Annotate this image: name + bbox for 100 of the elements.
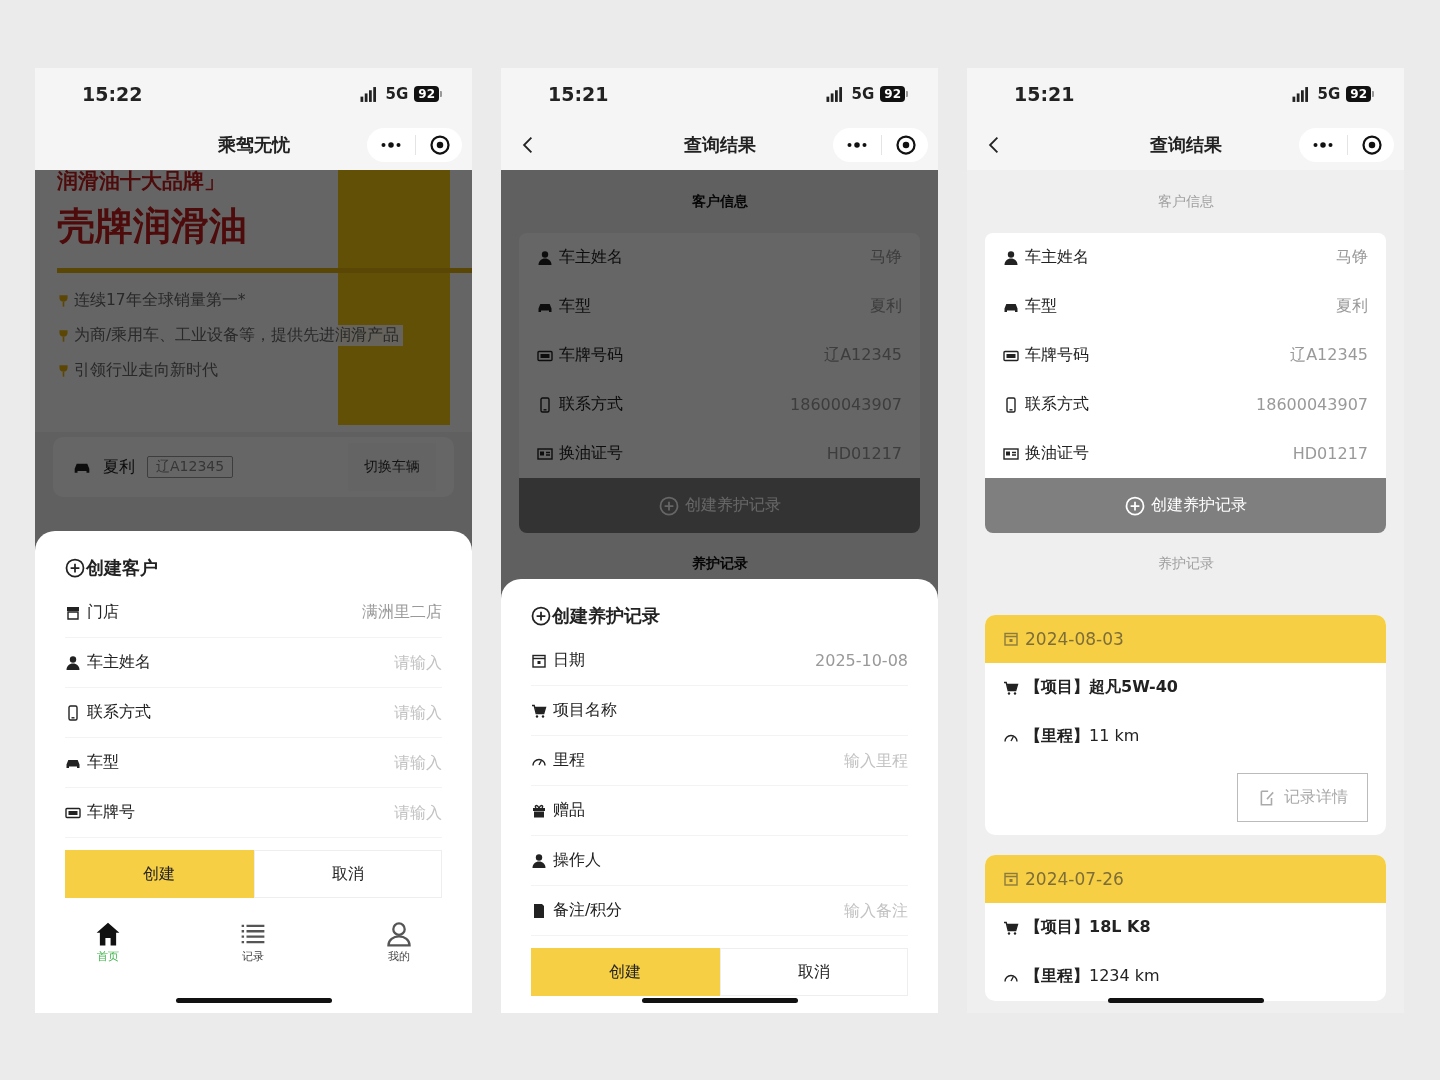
phone-icon — [1003, 396, 1019, 413]
field-label: 车主姓名 — [87, 652, 151, 673]
plus-circle-icon — [658, 495, 679, 516]
field-value: HD01217 — [1292, 444, 1368, 463]
trophy-icon — [57, 363, 70, 378]
gift-icon — [531, 802, 547, 819]
field-label: 车牌号码 — [1025, 345, 1089, 366]
field-value: 18600043907 — [1256, 395, 1368, 414]
battery-indicator: 92 — [880, 86, 905, 102]
field-label: 车牌号码 — [559, 345, 623, 366]
cart-icon — [1003, 679, 1019, 696]
field-label: 车型 — [1025, 296, 1057, 317]
id-card-icon — [1003, 445, 1019, 462]
person-icon — [65, 654, 81, 671]
field-label: 赠品 — [553, 800, 585, 821]
field-label: 备注/积分 — [553, 900, 623, 921]
section-caption: 养护记录 — [690, 554, 749, 573]
note-icon — [531, 902, 547, 919]
field-label: 门店 — [87, 602, 119, 623]
record-item: 【项目】超凡5W-40 — [1025, 677, 1178, 698]
status-time: 15:21 — [548, 83, 609, 105]
phone-icon — [537, 396, 553, 413]
field-label: 车牌号 — [87, 802, 135, 823]
create-button[interactable]: 创建 — [65, 850, 254, 898]
input-field[interactable]: 请输入 — [322, 803, 442, 822]
field-label: 换油证号 — [559, 443, 623, 464]
banner-kicker: 润滑油十大品牌」 — [57, 170, 226, 192]
battery-indicator: 92 — [1346, 86, 1371, 102]
target-icon[interactable] — [896, 135, 916, 155]
calendar-icon — [1003, 871, 1019, 887]
banner-bullet: 为商/乘用车、工业设备等，提供先进润滑产品 — [74, 325, 404, 346]
create-button[interactable]: 创建 — [531, 948, 720, 996]
field-label: 换油证号 — [1025, 443, 1089, 464]
field-value: 马铮 — [1336, 247, 1368, 268]
target-icon[interactable] — [1362, 135, 1382, 155]
field-label: 联系方式 — [559, 394, 623, 415]
tab[interactable]: 我的 — [376, 921, 423, 964]
trophy-icon — [57, 293, 70, 308]
section-caption: 养护记录 — [1156, 554, 1215, 573]
field-label: 车主姓名 — [559, 247, 623, 268]
sheet-title: 创建客户 — [86, 556, 158, 580]
field-label: 车型 — [87, 752, 119, 773]
cart-icon — [531, 702, 547, 719]
battery-indicator: 92 — [414, 86, 439, 102]
trophy-icon — [57, 328, 70, 343]
field-value[interactable]: 满洲里二店 — [362, 602, 442, 623]
field-label: 车主姓名 — [1025, 247, 1089, 268]
cart-icon — [1003, 919, 1019, 936]
field-value: 辽A12345 — [1290, 345, 1368, 366]
network-label: 5G — [385, 85, 409, 103]
vehicle-model: 夏利 — [103, 456, 135, 478]
field-label: 操作人 — [553, 850, 601, 871]
record-mileage: 【里程】1234 km — [1025, 966, 1160, 987]
record-date: 2024-07-26 — [1025, 869, 1124, 889]
target-icon[interactable] — [430, 135, 450, 155]
field-value[interactable]: 2025-10-08 — [815, 651, 908, 670]
input-field[interactable]: 输入里程 — [788, 751, 908, 770]
cancel-button[interactable]: 取消 — [253, 850, 442, 898]
cancel-button[interactable]: 取消 — [719, 948, 908, 996]
page-title: 乘驾无忧 — [217, 133, 290, 157]
store-icon — [65, 604, 81, 621]
tab[interactable]: 首页 — [84, 921, 131, 964]
input-field[interactable]: 请输入 — [322, 753, 442, 772]
plus-circle-icon — [531, 606, 551, 626]
person-icon — [531, 852, 547, 869]
plus-circle-icon — [65, 558, 85, 578]
calendar-icon — [1003, 631, 1019, 647]
calendar-icon — [531, 652, 547, 669]
phone-icon — [65, 704, 81, 721]
sheet-title: 创建养护记录 — [552, 604, 660, 628]
field-value: 夏利 — [1336, 296, 1368, 317]
field-label: 车型 — [559, 296, 591, 317]
record-mileage: 【里程】11 km — [1025, 726, 1140, 747]
status-time: 15:22 — [82, 83, 143, 105]
page-title: 查询结果 — [683, 133, 756, 157]
home-icon — [94, 921, 121, 947]
record-item: 【项目】18L K8 — [1025, 917, 1151, 938]
input-field[interactable]: 输入备注 — [788, 901, 908, 920]
record-date: 2024-08-03 — [1025, 629, 1124, 649]
tab[interactable]: 记录 — [230, 921, 277, 964]
page-title: 查询结果 — [1149, 133, 1222, 157]
field-label: 项目名称 — [553, 700, 617, 721]
create-record-button[interactable]: 创建养护记录 — [985, 478, 1386, 533]
section-caption: 客户信息 — [1156, 191, 1215, 211]
status-time: 15:21 — [1014, 83, 1075, 105]
person-icon — [1003, 249, 1019, 266]
section-caption: 客户信息 — [690, 191, 749, 211]
user-icon — [386, 921, 413, 947]
field-label: 日期 — [553, 650, 585, 671]
id-card-icon — [537, 445, 553, 462]
field-label: 里程 — [553, 750, 585, 771]
field-label: 联系方式 — [87, 702, 151, 723]
network-label: 5G — [851, 85, 875, 103]
plus-circle-icon — [1124, 495, 1145, 516]
input-field[interactable]: 请输入 — [322, 653, 442, 672]
person-icon — [537, 249, 553, 266]
field-label: 联系方式 — [1025, 394, 1089, 415]
banner-headline: 壳牌润滑油 — [57, 203, 248, 250]
record-detail-button[interactable]: 记录详情 — [1237, 773, 1368, 822]
input-field[interactable]: 请输入 — [322, 703, 442, 722]
